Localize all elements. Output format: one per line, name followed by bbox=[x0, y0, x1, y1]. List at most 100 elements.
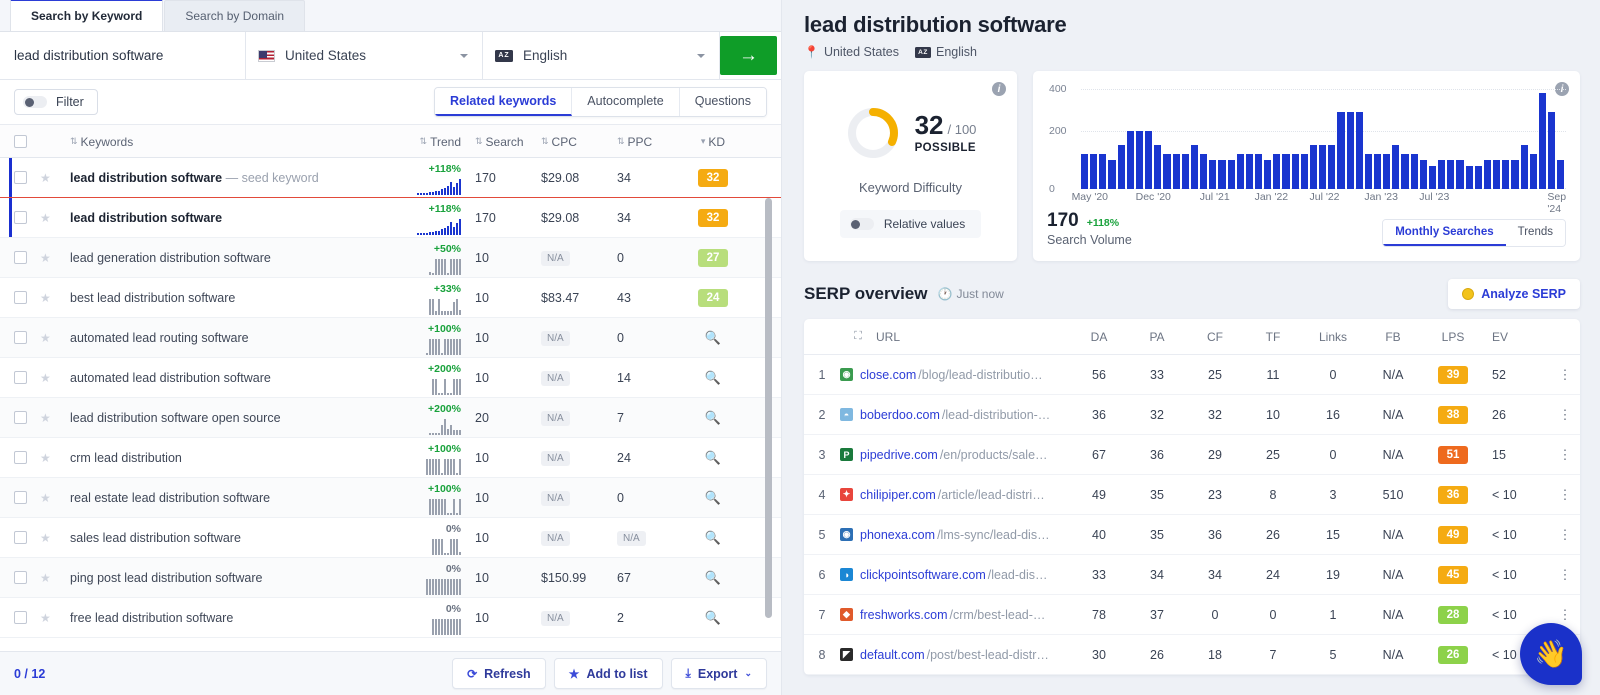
keyword-cell[interactable]: crm lead distribution bbox=[66, 451, 383, 465]
favorite-cell[interactable]: ★ bbox=[40, 451, 66, 465]
favorite-cell[interactable]: ★ bbox=[40, 211, 66, 225]
serp-url-cell[interactable]: Ppipedrive.com/en/products/sale… bbox=[840, 448, 1070, 462]
serp-url-cell[interactable]: ✦ chilipiper.com/article/lead-distri… bbox=[840, 488, 1070, 502]
keyword-cell[interactable]: automated lead routing software bbox=[66, 331, 383, 345]
tab-autocomplete[interactable]: Autocomplete bbox=[572, 88, 680, 116]
keyword-cell[interactable]: lead distribution software open source bbox=[66, 411, 383, 425]
star-icon[interactable]: ★ bbox=[40, 331, 51, 345]
table-row[interactable]: 8 ◤ default.com/post/best-lead-distr… 30 26 1… bbox=[804, 635, 1580, 675]
serp-domain[interactable]: pipedrive.com bbox=[860, 448, 938, 462]
keyword-input[interactable]: lead distribution software bbox=[0, 32, 246, 79]
keyword-cell[interactable]: automated lead distribution software bbox=[66, 371, 383, 385]
tab-questions[interactable]: Questions bbox=[679, 88, 766, 116]
star-icon[interactable]: ★ bbox=[40, 371, 51, 385]
table-row[interactable]: 6 ◑ clickpointsoftware.com/lead-dis… 33 34 34… bbox=[804, 555, 1580, 595]
row-actions-button[interactable]: ⋮ bbox=[1550, 608, 1580, 621]
table-row[interactable]: ★ lead generation distribution software +5… bbox=[0, 238, 781, 278]
row-checkbox[interactable] bbox=[13, 331, 27, 344]
search-submit-button[interactable]: → bbox=[720, 36, 777, 75]
row-checkbox[interactable] bbox=[13, 571, 27, 584]
row-actions-button[interactable]: ⋮ bbox=[1550, 368, 1580, 381]
language-select[interactable]: AZ English bbox=[483, 32, 720, 79]
favorite-cell[interactable]: ★ bbox=[40, 571, 66, 585]
serp-url-cell[interactable]: ◆ freshworks.com/crm/best-lead-… bbox=[840, 608, 1070, 622]
row-actions-button[interactable]: ⋮ bbox=[1550, 568, 1580, 581]
table-row[interactable]: ★ automated lead distribution software +20… bbox=[0, 358, 781, 398]
row-checkbox[interactable] bbox=[13, 171, 27, 184]
row-checkbox[interactable] bbox=[13, 611, 27, 624]
serp-domain[interactable]: freshworks.com bbox=[860, 608, 948, 622]
search-icon[interactable]: 🔍 bbox=[705, 370, 721, 385]
star-icon[interactable]: ★ bbox=[40, 571, 51, 585]
info-icon[interactable]: i bbox=[992, 82, 1006, 96]
search-icon[interactable]: 🔍 bbox=[705, 490, 721, 505]
favorite-cell[interactable]: ★ bbox=[40, 411, 66, 425]
keyword-cell[interactable]: lead generation distribution software bbox=[66, 251, 383, 265]
table-row[interactable]: ★ lead distribution software — seed keywo… bbox=[0, 158, 781, 198]
star-icon[interactable]: ★ bbox=[40, 291, 51, 305]
col-header-ppc[interactable]: ⇅ PPC bbox=[607, 133, 677, 149]
tab-monthly-searches[interactable]: Monthly Searches bbox=[1383, 220, 1506, 246]
table-row[interactable]: 2 ◓ boberdoo.com/lead-distribution-… 36 32 32… bbox=[804, 395, 1580, 435]
row-checkbox[interactable] bbox=[13, 371, 27, 384]
table-row[interactable]: ★ lead distribution software open source +… bbox=[0, 398, 781, 438]
serp-domain[interactable]: boberdoo.com bbox=[860, 408, 940, 422]
row-actions-button[interactable]: ⋮ bbox=[1550, 488, 1580, 501]
star-icon[interactable]: ★ bbox=[40, 211, 51, 225]
keywords-table-scrollbar[interactable] bbox=[765, 198, 772, 618]
search-icon[interactable]: 🔍 bbox=[705, 570, 721, 585]
keyword-cell[interactable]: ping post lead distribution software bbox=[66, 571, 383, 585]
serp-url-cell[interactable]: ◓ boberdoo.com/lead-distribution-… bbox=[840, 408, 1070, 422]
table-row[interactable]: 1 ◉ close.com/blog/lead-distributio… 56 33 25… bbox=[804, 355, 1580, 395]
serp-url-cell[interactable]: ◑ clickpointsoftware.com/lead-dis… bbox=[840, 568, 1070, 582]
keyword-cell[interactable]: lead distribution software bbox=[66, 211, 383, 225]
export-button[interactable]: ⤓ Export ⌄ bbox=[670, 658, 767, 689]
serp-url-cell[interactable]: ◤ default.com/post/best-lead-distr… bbox=[840, 648, 1070, 662]
col-header-keywords[interactable]: ⇅ Keywords bbox=[66, 133, 383, 149]
favorite-cell[interactable]: ★ bbox=[40, 251, 66, 265]
table-row[interactable]: 4 ✦ chilipiper.com/article/lead-distri… 49 3… bbox=[804, 475, 1580, 515]
col-header-kd[interactable]: ▾ KD bbox=[677, 133, 749, 149]
star-icon[interactable]: ★ bbox=[40, 451, 51, 465]
star-icon[interactable]: ★ bbox=[40, 491, 51, 505]
star-icon[interactable]: ★ bbox=[40, 171, 51, 185]
keyword-cell[interactable]: best lead distribution software bbox=[66, 291, 383, 305]
row-checkbox[interactable] bbox=[13, 211, 27, 224]
analyze-serp-button[interactable]: Analyze SERP bbox=[1448, 279, 1580, 309]
star-icon[interactable]: ★ bbox=[40, 411, 51, 425]
row-checkbox[interactable] bbox=[13, 491, 27, 504]
search-icon[interactable]: 🔍 bbox=[705, 450, 721, 465]
table-row[interactable]: 3 Ppipedrive.com/en/products/sale… 67 36 29 2… bbox=[804, 435, 1580, 475]
row-checkbox[interactable] bbox=[13, 251, 27, 264]
expand-icon[interactable]: ⛶ bbox=[840, 330, 876, 343]
table-row[interactable]: ★ lead distribution software +118% 170 $29.0… bbox=[0, 198, 781, 238]
favorite-cell[interactable]: ★ bbox=[40, 331, 66, 345]
row-actions-button[interactable]: ⋮ bbox=[1550, 528, 1580, 541]
favorite-cell[interactable]: ★ bbox=[40, 171, 66, 185]
serp-domain[interactable]: clickpointsoftware.com bbox=[860, 568, 986, 582]
favorite-cell[interactable]: ★ bbox=[40, 531, 66, 545]
favorite-cell[interactable]: ★ bbox=[40, 611, 66, 625]
serp-domain[interactable]: phonexa.com bbox=[860, 528, 935, 542]
star-icon[interactable]: ★ bbox=[40, 531, 51, 545]
row-actions-button[interactable]: ⋮ bbox=[1550, 408, 1580, 421]
star-icon[interactable]: ★ bbox=[40, 611, 51, 625]
table-row[interactable]: ★ free lead distribution software 0% 10 N/A 2… bbox=[0, 598, 781, 638]
serp-url-cell[interactable]: ◉ close.com/blog/lead-distributio… bbox=[840, 368, 1070, 382]
tab-trends[interactable]: Trends bbox=[1505, 220, 1565, 246]
col-header-search[interactable]: ⇅ Search bbox=[461, 133, 533, 149]
table-row[interactable]: 5 ◉ phonexa.com/lms-sync/lead-dis… 40 35 36 26… bbox=[804, 515, 1580, 555]
favorite-cell[interactable]: ★ bbox=[40, 291, 66, 305]
table-row[interactable]: ★ crm lead distribution +100% 10 N/A 24 🔍 bbox=[0, 438, 781, 478]
col-header-trend[interactable]: ⇅ Trend bbox=[383, 133, 461, 149]
table-row[interactable]: ★ sales lead distribution software 0% 10 N/A… bbox=[0, 518, 781, 558]
add-to-list-button[interactable]: ★ Add to list bbox=[553, 658, 663, 689]
search-icon[interactable]: 🔍 bbox=[705, 330, 721, 345]
tab-search-by-domain[interactable]: Search by Domain bbox=[164, 0, 306, 31]
favorite-cell[interactable]: ★ bbox=[40, 491, 66, 505]
serp-domain[interactable]: chilipiper.com bbox=[860, 488, 936, 502]
search-icon[interactable]: 🔍 bbox=[705, 530, 721, 545]
filter-toggle-button[interactable]: Filter bbox=[14, 89, 98, 115]
row-checkbox[interactable] bbox=[13, 451, 27, 464]
table-row[interactable]: ★ best lead distribution software +33% 10 $8… bbox=[0, 278, 781, 318]
